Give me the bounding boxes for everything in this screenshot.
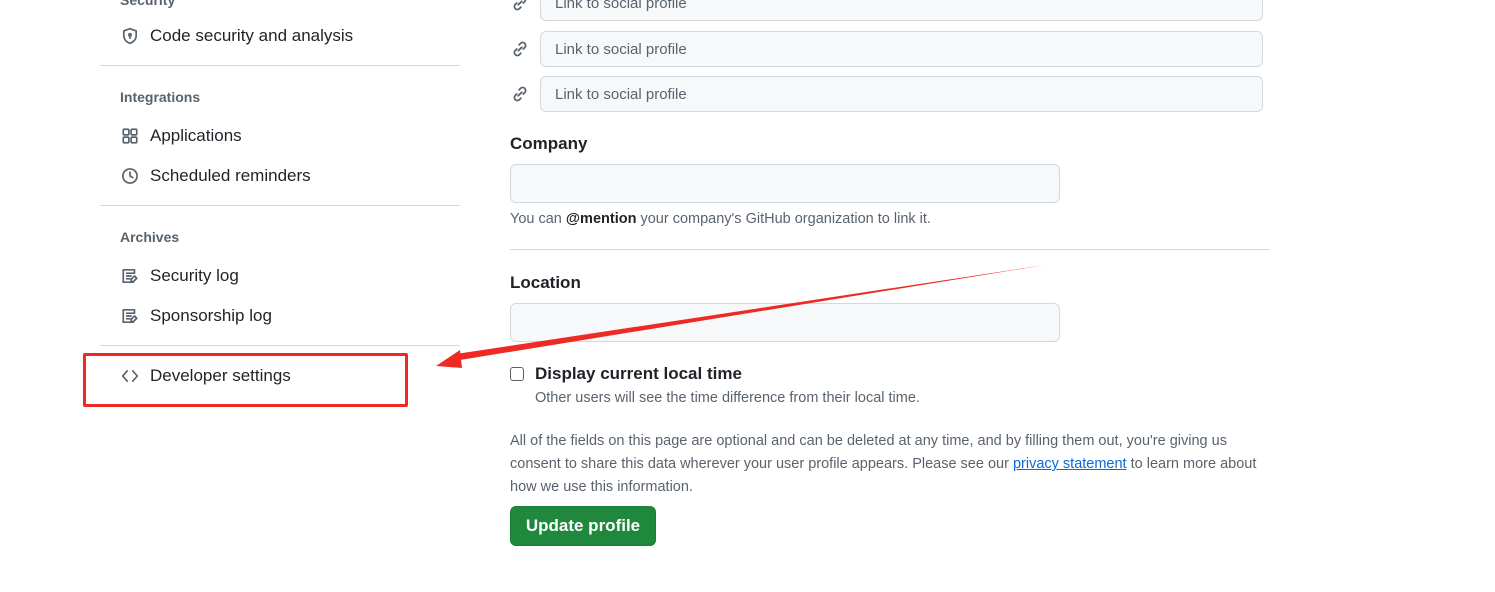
sidebar-item-applications[interactable]: Applications (110, 120, 460, 152)
location-label: Location (510, 273, 581, 292)
local-time-checkbox[interactable] (510, 367, 524, 381)
link-icon (510, 0, 530, 13)
sidebar-item-code-security[interactable]: Code security and analysis (110, 20, 460, 52)
sidebar-item-security-log[interactable]: Security log (110, 260, 460, 292)
highlight-box (83, 353, 408, 407)
profile-form: Company You can @mention your company's … (510, 0, 1270, 592)
company-note-prefix: You can (510, 211, 566, 227)
social-link-input[interactable] (540, 76, 1263, 112)
sidebar-item-label: Code security and analysis (150, 26, 354, 45)
local-time-checkbox-row (510, 367, 524, 381)
sidebar-item-label: Sponsorship log (150, 306, 272, 325)
local-time-label[interactable]: Display current local time (535, 364, 742, 384)
company-note: You can @mention your company's GitHub o… (510, 211, 931, 227)
location-input[interactable] (510, 303, 1060, 342)
shield-icon (120, 26, 140, 46)
social-link-input[interactable] (540, 0, 1263, 21)
company-note-suffix: your company's GitHub organization to li… (636, 211, 931, 227)
sidebar-item-label: Security log (150, 266, 239, 285)
form-divider (510, 249, 1270, 250)
company-label: Company (510, 134, 588, 153)
company-note-mention: @mention (565, 211, 637, 227)
sidebar-divider (100, 345, 460, 346)
sidebar-heading-security: Security (120, 0, 176, 8)
settings-page: Security Code security and analysis Inte… (0, 0, 1495, 592)
privacy-statement-link[interactable]: privacy statement (1013, 456, 1127, 472)
sidebar-divider (100, 205, 460, 206)
sidebar-item-sponsorship-log[interactable]: Sponsorship log (110, 300, 460, 332)
sidebar-heading-integrations: Integrations (120, 89, 201, 105)
link-icon (510, 84, 530, 104)
clock-icon (120, 166, 140, 186)
apps-grid-icon (120, 126, 140, 146)
log-icon (120, 266, 140, 286)
sidebar-item-label: Applications (150, 126, 242, 145)
social-link-input[interactable] (540, 31, 1263, 67)
sidebar-divider (100, 65, 460, 66)
log-icon (120, 306, 140, 326)
link-icon (510, 39, 530, 59)
social-link-row (510, 76, 1263, 112)
local-time-note: Other users will see the time difference… (535, 390, 920, 406)
update-profile-button[interactable]: Update profile (510, 506, 656, 546)
social-link-row (510, 0, 1263, 21)
company-input[interactable] (510, 164, 1060, 203)
social-link-row (510, 31, 1263, 67)
privacy-disclaimer: All of the fields on this page are optio… (510, 430, 1270, 499)
sidebar-item-label: Scheduled reminders (150, 166, 311, 185)
sidebar-heading-archives: Archives (120, 229, 180, 245)
sidebar-item-scheduled-reminders[interactable]: Scheduled reminders (110, 160, 460, 192)
